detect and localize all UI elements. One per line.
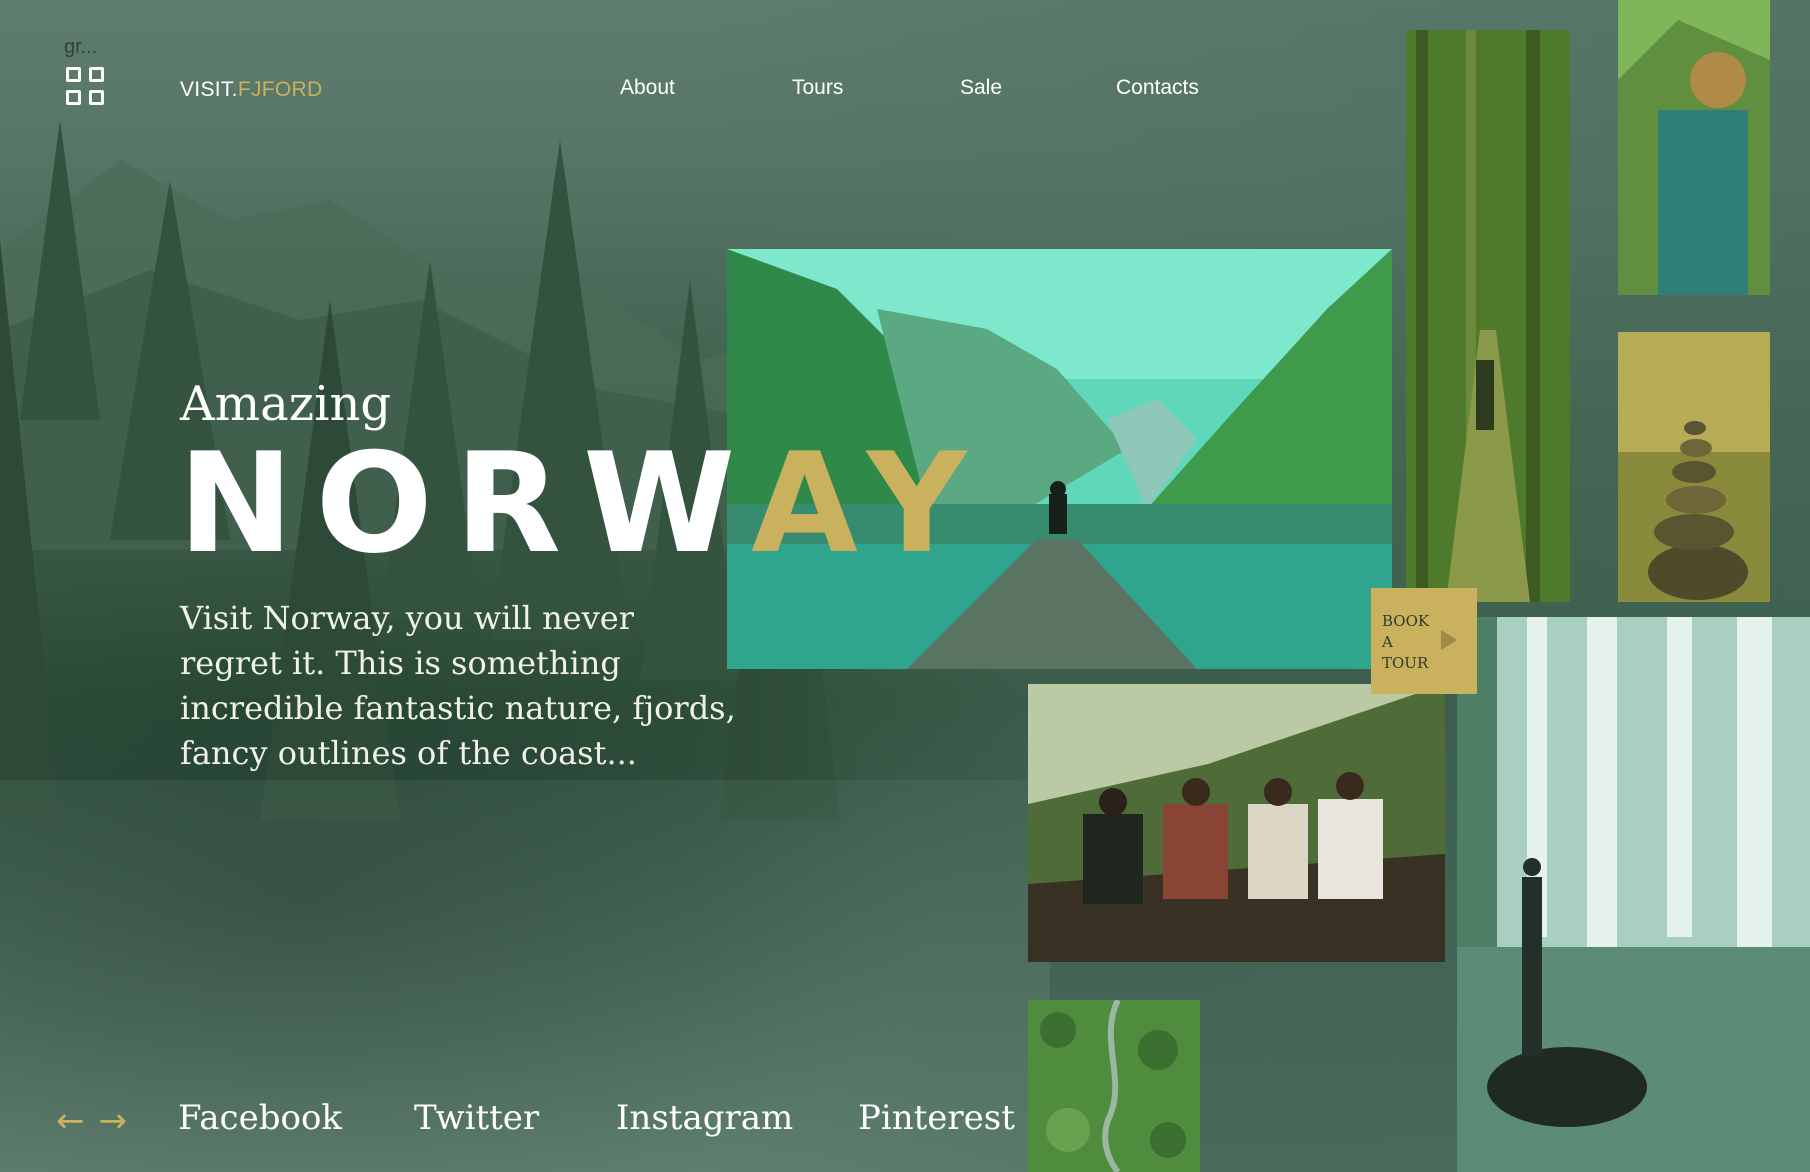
hero-title-gold: AY bbox=[751, 423, 989, 584]
friends-on-hill-photo bbox=[1028, 684, 1445, 962]
brand-logo[interactable]: VISIT.FJFORD bbox=[180, 78, 322, 102]
social-twitter[interactable]: Twitter bbox=[414, 1098, 539, 1138]
social-facebook[interactable]: Facebook bbox=[178, 1098, 342, 1138]
book-line-1: BOOK bbox=[1382, 612, 1430, 630]
hero-title-white: NORW bbox=[178, 423, 752, 584]
brand-accent: FJFORD bbox=[237, 78, 323, 101]
play-arrow-icon bbox=[1441, 630, 1457, 650]
book-tour-label: BOOK A TOUR bbox=[1382, 611, 1442, 674]
backpacker-photo bbox=[1618, 0, 1770, 295]
social-pinterest[interactable]: Pinterest bbox=[858, 1098, 1015, 1138]
stacked-stones-photo bbox=[1618, 332, 1770, 602]
book-line-2: A bbox=[1382, 633, 1393, 651]
nav-sale[interactable]: Sale bbox=[960, 76, 1002, 100]
aerial-forest-road-photo bbox=[1028, 1000, 1200, 1172]
top-caption: gr... bbox=[64, 36, 98, 58]
hero-description: Visit Norway, you will never regret it. … bbox=[180, 599, 736, 772]
book-tour-button[interactable]: BOOK A TOUR bbox=[1371, 588, 1477, 694]
arrow-left-icon[interactable]: ← bbox=[56, 1104, 85, 1138]
forest-hiker-photo bbox=[1406, 30, 1570, 602]
nav-contacts[interactable]: Contacts bbox=[1116, 76, 1199, 100]
grid-icon[interactable] bbox=[66, 67, 112, 113]
waterfall-photo bbox=[1457, 617, 1810, 1172]
social-instagram[interactable]: Instagram bbox=[616, 1098, 793, 1138]
arrow-right-icon[interactable]: → bbox=[99, 1104, 128, 1138]
brand-prefix: VISIT. bbox=[180, 78, 238, 101]
nav-tours[interactable]: Tours bbox=[792, 76, 843, 100]
nav-about[interactable]: About bbox=[620, 76, 675, 100]
hero-title: NORWAY bbox=[178, 435, 989, 573]
book-line-3: TOUR bbox=[1382, 654, 1429, 672]
slider-arrows: ← → bbox=[56, 1104, 127, 1138]
